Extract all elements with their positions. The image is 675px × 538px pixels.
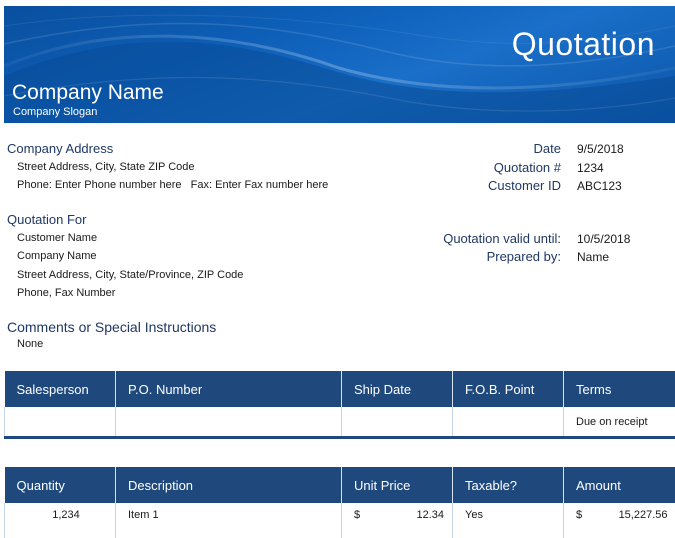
valid-until-value: 10/5/2018 xyxy=(577,232,630,246)
customer-company-name: Company Name xyxy=(17,250,96,262)
customer-id-value: ABC123 xyxy=(577,179,622,193)
quotation-number-value: 1234 xyxy=(577,161,604,175)
unit-price-header: Unit Price xyxy=(342,467,453,503)
company-slogan: Company Slogan xyxy=(13,106,97,118)
amount-header: Amount xyxy=(564,467,675,503)
table-row: Due on receipt xyxy=(5,407,675,438)
ship-date-header: Ship Date xyxy=(342,371,453,407)
company-address-heading: Company Address xyxy=(7,141,113,156)
table-row: 1,234 Item 1 $ 12.34 Yes $ 15,227.56 xyxy=(5,503,675,538)
prepared-by-value: Name xyxy=(577,250,609,264)
wave-texture-graphic xyxy=(4,6,675,123)
company-phone-fax: Phone: Enter Phone number here Fax: Ente… xyxy=(17,179,328,191)
prepared-by-label: Prepared by: xyxy=(487,249,561,264)
amount-cell[interactable]: $ 15,227.56 xyxy=(564,503,675,538)
unit-price-value: 12.34 xyxy=(416,509,444,521)
comments-heading: Comments or Special Instructions xyxy=(7,319,216,335)
customer-id-label: Customer ID xyxy=(488,178,561,193)
customer-phone-fax: Phone, Fax Number xyxy=(17,287,115,299)
terms-cell[interactable]: Due on receipt xyxy=(564,407,675,438)
amount-currency: $ xyxy=(576,509,582,521)
date-value: 9/5/2018 xyxy=(577,142,624,156)
line-items-table: Quantity Description Unit Price Taxable?… xyxy=(4,467,675,538)
taxable-header: Taxable? xyxy=(453,467,564,503)
amount-value: 15,227.56 xyxy=(619,509,668,521)
salesperson-header: Salesperson xyxy=(5,371,116,407)
description-header: Description xyxy=(116,467,342,503)
quantity-cell[interactable]: 1,234 xyxy=(5,503,116,538)
company-name: Company Name xyxy=(12,81,164,105)
document-title: Quotation xyxy=(512,26,655,63)
fob-point-cell[interactable] xyxy=(453,407,564,438)
fob-point-header: F.O.B. Point xyxy=(453,371,564,407)
customer-name: Customer Name xyxy=(17,232,97,244)
sales-info-table: Salesperson P.O. Number Ship Date F.O.B.… xyxy=(4,371,675,439)
salesperson-cell[interactable] xyxy=(5,407,116,438)
quotation-number-label: Quotation # xyxy=(494,160,561,175)
header-banner: Quotation Company Name Company Slogan xyxy=(4,6,675,123)
comments-value: None xyxy=(17,338,43,350)
terms-header: Terms xyxy=(564,371,675,407)
description-cell[interactable]: Item 1 xyxy=(116,503,342,538)
unit-price-cell[interactable]: $ 12.34 xyxy=(342,503,453,538)
company-street-address: Street Address, City, State ZIP Code xyxy=(17,161,195,173)
po-number-header: P.O. Number xyxy=(116,371,342,407)
valid-until-label: Quotation valid until: xyxy=(443,231,561,246)
po-number-cell[interactable] xyxy=(116,407,342,438)
unit-price-currency: $ xyxy=(354,509,360,521)
customer-street-address: Street Address, City, State/Province, ZI… xyxy=(17,269,243,281)
quantity-header: Quantity xyxy=(5,467,116,503)
quotation-for-heading: Quotation For xyxy=(7,212,87,227)
taxable-cell[interactable]: Yes xyxy=(453,503,564,538)
ship-date-cell[interactable] xyxy=(342,407,453,438)
date-label: Date xyxy=(534,141,561,156)
